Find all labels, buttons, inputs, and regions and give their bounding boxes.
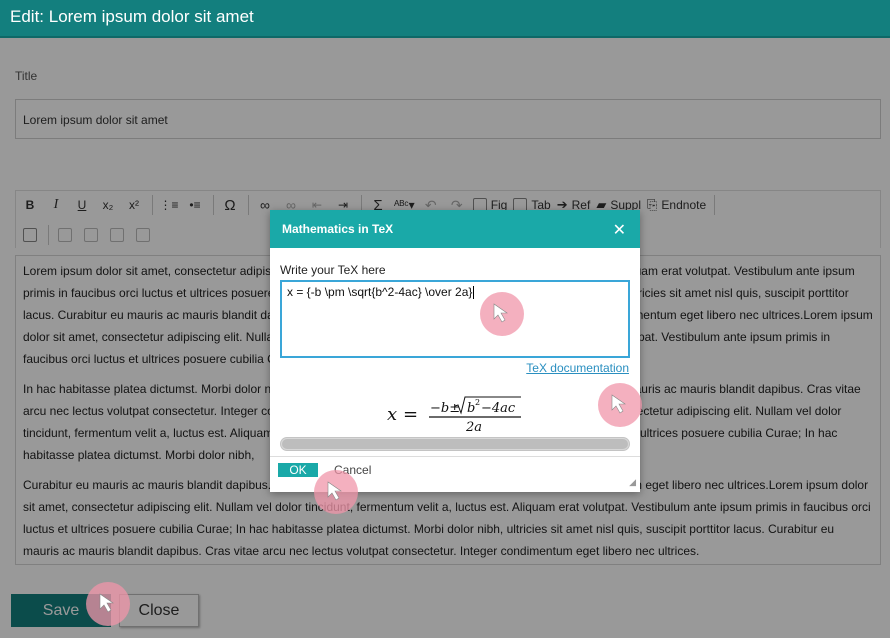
scrollbar-thumb[interactable] <box>282 439 628 449</box>
dialog-footer-divider <box>270 456 640 457</box>
dialog-title: Mathematics in TeX <box>282 222 394 236</box>
app-header: Edit: Lorem ipsum dolor sit amet <box>0 0 890 38</box>
tex-input-label: Write your TeX here <box>280 263 386 277</box>
click-marker-icon <box>598 383 642 427</box>
preview-scrollbar[interactable] <box>280 437 630 451</box>
close-icon[interactable]: ✕ <box>613 220 626 240</box>
ok-button[interactable]: OK <box>278 463 318 477</box>
formula-denominator: 2a <box>465 420 482 435</box>
text-caret <box>473 286 475 300</box>
tex-dialog: Mathematics in TeX ✕ Write your TeX here… <box>270 210 640 492</box>
page-title: Edit: Lorem ipsum dolor sit amet <box>10 7 254 26</box>
formula-numerator-left: −b± <box>430 401 460 416</box>
resize-grip-icon[interactable]: ◢ <box>629 477 636 488</box>
formula-radicand-rest: −4ac <box>481 401 516 416</box>
click-marker-icon <box>86 582 130 626</box>
click-marker-icon <box>314 470 358 514</box>
formula-exponent: 2 <box>475 398 480 407</box>
dialog-header: Mathematics in TeX ✕ <box>270 210 640 248</box>
click-marker-icon <box>480 292 524 336</box>
formula-equals: = <box>403 404 418 425</box>
formula-lhs: x <box>387 404 397 425</box>
formula-preview: x = −b± b 2 −4ac 2a <box>387 396 521 435</box>
tex-input[interactable]: x = {-b \pm \sqrt{b^2-4ac} \over 2a} <box>280 280 630 358</box>
tex-documentation-link[interactable]: TeX documentation <box>526 361 629 375</box>
tex-input-value: x = {-b \pm \sqrt{b^2-4ac} \over 2a} <box>287 285 473 299</box>
